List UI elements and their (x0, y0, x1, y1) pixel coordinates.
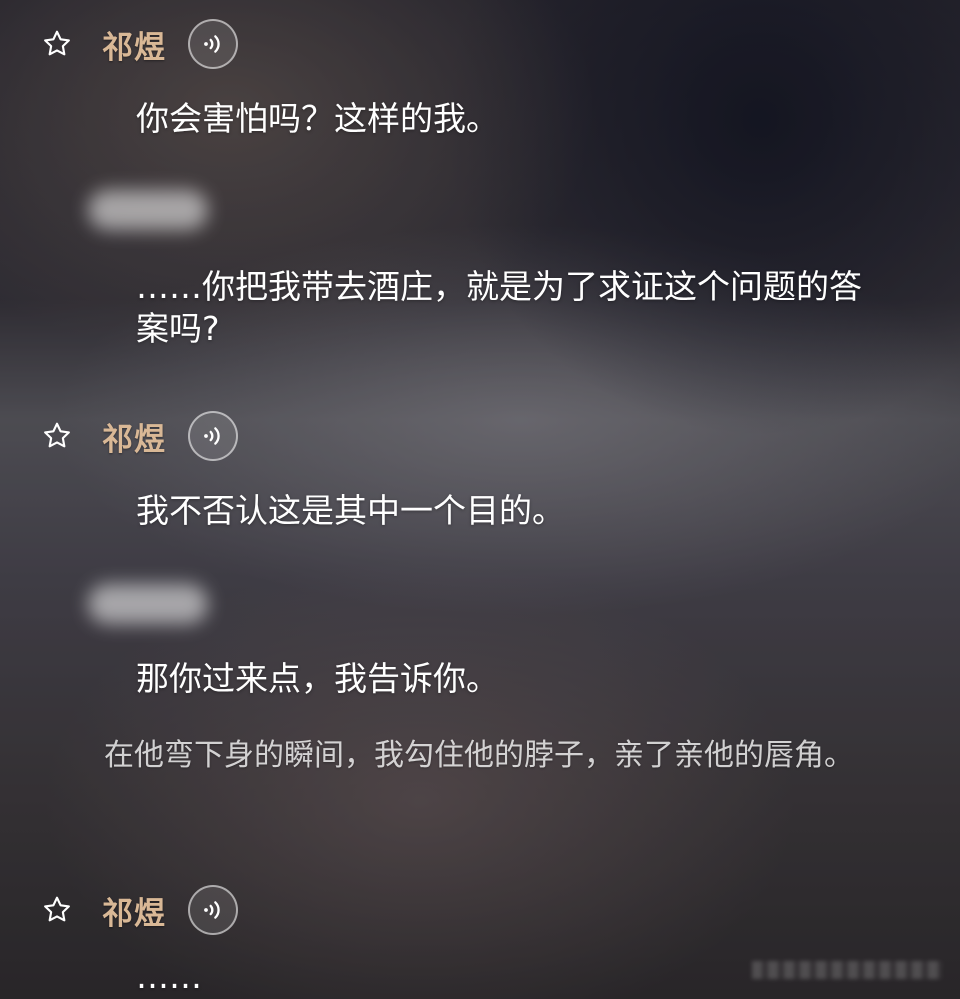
speaker-message: 你会害怕吗？这样的我。 (136, 99, 499, 138)
voice-wave-icon (204, 427, 220, 445)
user-name-redacted (88, 584, 208, 624)
speaker-header: 祁煜 (40, 884, 238, 936)
favorite-star-icon[interactable] (40, 27, 74, 61)
speaker-header: 祁煜 (40, 18, 238, 70)
speaker-name: 祁煜 (102, 29, 166, 66)
speaker-name: 祁煜 (102, 895, 166, 932)
chat-history[interactable]: 祁煜 你会害怕吗？这样的我。 ……你把我带去酒庄，就是为了求证这个问题的答案吗?… (0, 0, 960, 999)
user-message: 那你过来点，我告诉你。 (136, 659, 499, 698)
user-message: ……你把我带去酒庄，就是为了求证这个问题的答案吗? (136, 267, 862, 348)
favorite-star-icon[interactable] (40, 893, 74, 927)
speaker-name: 祁煜 (102, 421, 166, 458)
voice-wave-icon (204, 35, 220, 53)
voice-play-button[interactable] (188, 19, 238, 69)
speaker-message: 我不否认这是其中一个目的。 (136, 491, 565, 530)
narration-text: 在他弯下身的瞬间，我勾住他的脖子，亲了亲他的唇角。 (104, 738, 854, 773)
watermark (752, 961, 942, 979)
voice-play-button[interactable] (188, 411, 238, 461)
voice-play-button[interactable] (188, 885, 238, 935)
speaker-header: 祁煜 (40, 410, 238, 462)
voice-wave-icon (204, 901, 220, 919)
favorite-star-icon[interactable] (40, 419, 74, 453)
user-name-redacted (88, 190, 208, 230)
